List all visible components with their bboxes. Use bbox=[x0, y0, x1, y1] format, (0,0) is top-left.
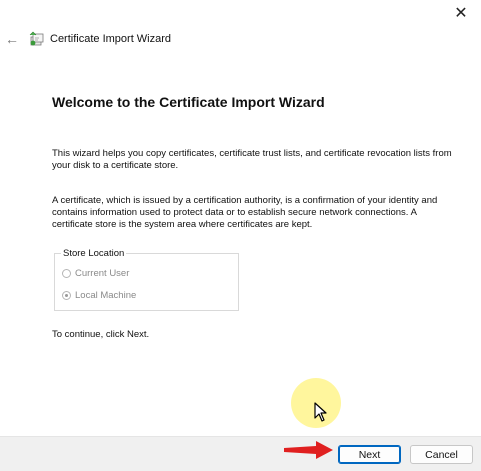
local-machine-radio[interactable] bbox=[62, 291, 71, 300]
next-button[interactable]: Next bbox=[338, 445, 401, 464]
local-machine-label: Local Machine bbox=[75, 290, 137, 301]
store-location-label: Store Location bbox=[61, 248, 127, 259]
annotation-arrow-icon bbox=[284, 441, 333, 459]
continue-hint: To continue, click Next. bbox=[52, 329, 150, 340]
mouse-cursor-icon bbox=[314, 402, 327, 422]
current-user-option[interactable]: Current User bbox=[62, 268, 129, 279]
page-heading: Welcome to the Certificate Import Wizard bbox=[52, 94, 325, 110]
current-user-label: Current User bbox=[75, 268, 130, 279]
current-user-radio[interactable] bbox=[62, 269, 71, 278]
local-machine-option[interactable]: Local Machine bbox=[62, 290, 136, 301]
back-arrow-icon[interactable]: ← bbox=[4, 31, 20, 47]
store-location-group: Store Location Current User Local Machin… bbox=[54, 248, 239, 311]
close-icon[interactable]: ✕ bbox=[449, 4, 473, 24]
wizard-title: Certificate Import Wizard bbox=[50, 33, 172, 45]
certificate-wizard-icon bbox=[29, 31, 44, 46]
cancel-button[interactable]: Cancel bbox=[410, 445, 473, 464]
button-bar bbox=[0, 436, 481, 471]
intro-paragraph: This wizard helps you copy certificates,… bbox=[52, 148, 452, 171]
description-paragraph: A certificate, which is issued by a cert… bbox=[52, 195, 438, 230]
